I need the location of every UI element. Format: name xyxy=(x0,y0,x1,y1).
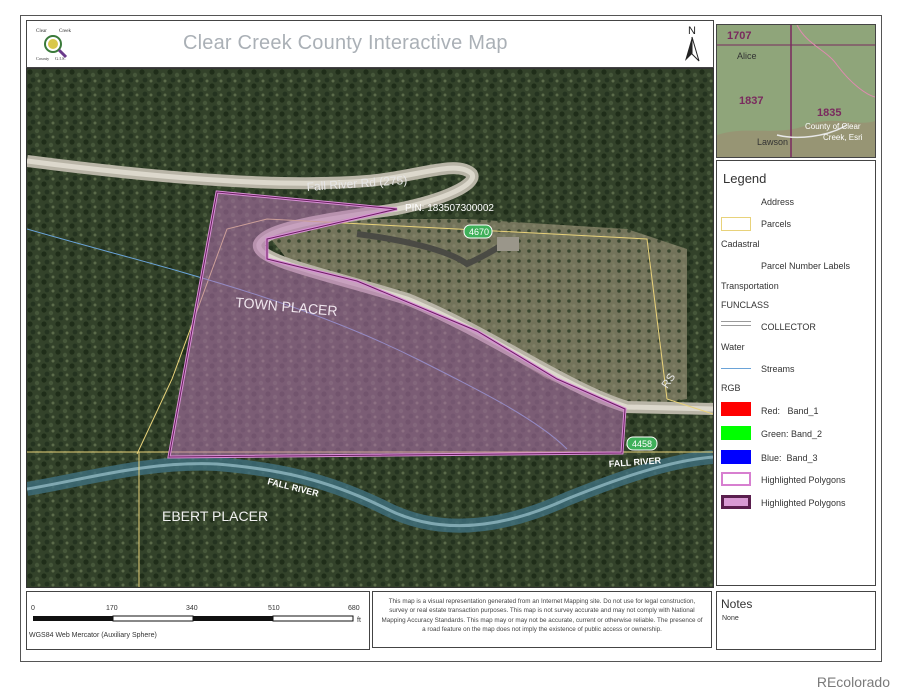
north-arrow-icon: N xyxy=(685,25,700,62)
legend-red-band: Red: Band_1 xyxy=(761,406,819,416)
legend-title: Legend xyxy=(723,171,767,186)
notes-panel: Notes None xyxy=(716,591,876,650)
notes-title: Notes xyxy=(721,597,753,611)
county-logo: Clear Creek County G.I.S. xyxy=(33,24,73,62)
legend-collector: COLLECTOR xyxy=(761,322,816,332)
notes-body: None xyxy=(722,615,739,622)
inset-credit-line2: Creek, Esri xyxy=(823,133,863,142)
pin-label: PIN: 183507300002 xyxy=(405,203,494,214)
legend-blue-swatch xyxy=(721,450,751,464)
svg-text:N: N xyxy=(688,25,696,37)
scale-tick-170: 170 xyxy=(106,605,118,612)
legend-streams-swatch xyxy=(721,368,751,369)
legend-blue-band: Blue: Band_3 xyxy=(761,453,818,463)
svg-text:County: County xyxy=(36,56,50,61)
ebert-placer-label: EBERT PLACER xyxy=(162,508,268,524)
legend-water: Water xyxy=(721,342,745,352)
legend-green-band: Green: Band_2 xyxy=(761,429,823,439)
legend-collector-swatch xyxy=(721,321,751,326)
map-header: Clear Creek County G.I.S. Clear Creek Co… xyxy=(26,20,714,68)
svg-text:4458: 4458 xyxy=(632,439,652,449)
svg-text:G.I.S.: G.I.S. xyxy=(55,56,66,61)
legend-green-swatch xyxy=(721,426,751,440)
scale-tick-510: 510 xyxy=(268,605,280,612)
overview-map[interactable]: 1707 Alice 1837 1835 Lawson County of Cl… xyxy=(716,24,876,158)
scale-unit: ft xyxy=(357,617,361,624)
legend-streams: Streams xyxy=(761,364,795,374)
legend-funclass: FUNCLASS xyxy=(721,300,770,310)
inset-parcel-1837: 1837 xyxy=(739,95,764,107)
legend-highlight-outline-swatch xyxy=(721,472,751,486)
inset-parcel-1835: 1835 xyxy=(817,107,842,119)
scale-tick-0: 0 xyxy=(31,605,35,612)
scale-bar xyxy=(33,615,354,622)
map-view[interactable]: Fall River Rd (275) PIN: 183507300002 46… xyxy=(26,68,714,588)
svg-text:Creek: Creek xyxy=(59,29,71,34)
legend-red-swatch xyxy=(721,402,751,416)
projection-label: WGS84 Web Mercator (Auxiliary Sphere) xyxy=(29,632,157,639)
inset-credit-line1: County of Clear xyxy=(805,122,861,131)
legend-cadastral: Cadastral xyxy=(721,239,760,249)
legend-transportation: Transportation xyxy=(721,281,779,291)
legend-highlighted-polygons-2: Highlighted Polygons xyxy=(761,498,846,508)
legend-panel: Legend Address Parcels Cadastral Parcel … xyxy=(716,160,876,586)
scale-tick-340: 340 xyxy=(186,605,198,612)
scale-bar-panel: 0 170 340 510 680 ft WGS84 Web Mercator … xyxy=(26,591,370,650)
legend-address: Address xyxy=(761,197,795,207)
inset-town-lawson: Lawson xyxy=(757,137,789,147)
map-title: Clear Creek County Interactive Map xyxy=(183,32,508,54)
aerial-map[interactable]: Fall River Rd (275) PIN: 183507300002 46… xyxy=(27,69,713,587)
legend-rgb: RGB xyxy=(721,383,741,393)
legend-highlighted-polygons-1: Highlighted Polygons xyxy=(761,475,846,485)
svg-text:4670: 4670 xyxy=(469,227,489,237)
svg-text:Clear: Clear xyxy=(36,29,47,34)
legend-highlight-fill-swatch xyxy=(721,495,751,509)
legend-parcel-number-labels: Parcel Number Labels xyxy=(761,261,851,271)
recolorado-watermark: REcolorado xyxy=(816,674,890,690)
inset-parcel-1707: 1707 xyxy=(727,30,752,42)
legend-parcels-swatch xyxy=(721,217,751,231)
building xyxy=(497,237,519,251)
disclaimer-text: This map is a visual representation gene… xyxy=(372,591,712,648)
inset-town-alice: Alice xyxy=(737,51,757,61)
legend-parcels: Parcels xyxy=(761,219,792,229)
scale-tick-680: 680 xyxy=(348,605,360,612)
